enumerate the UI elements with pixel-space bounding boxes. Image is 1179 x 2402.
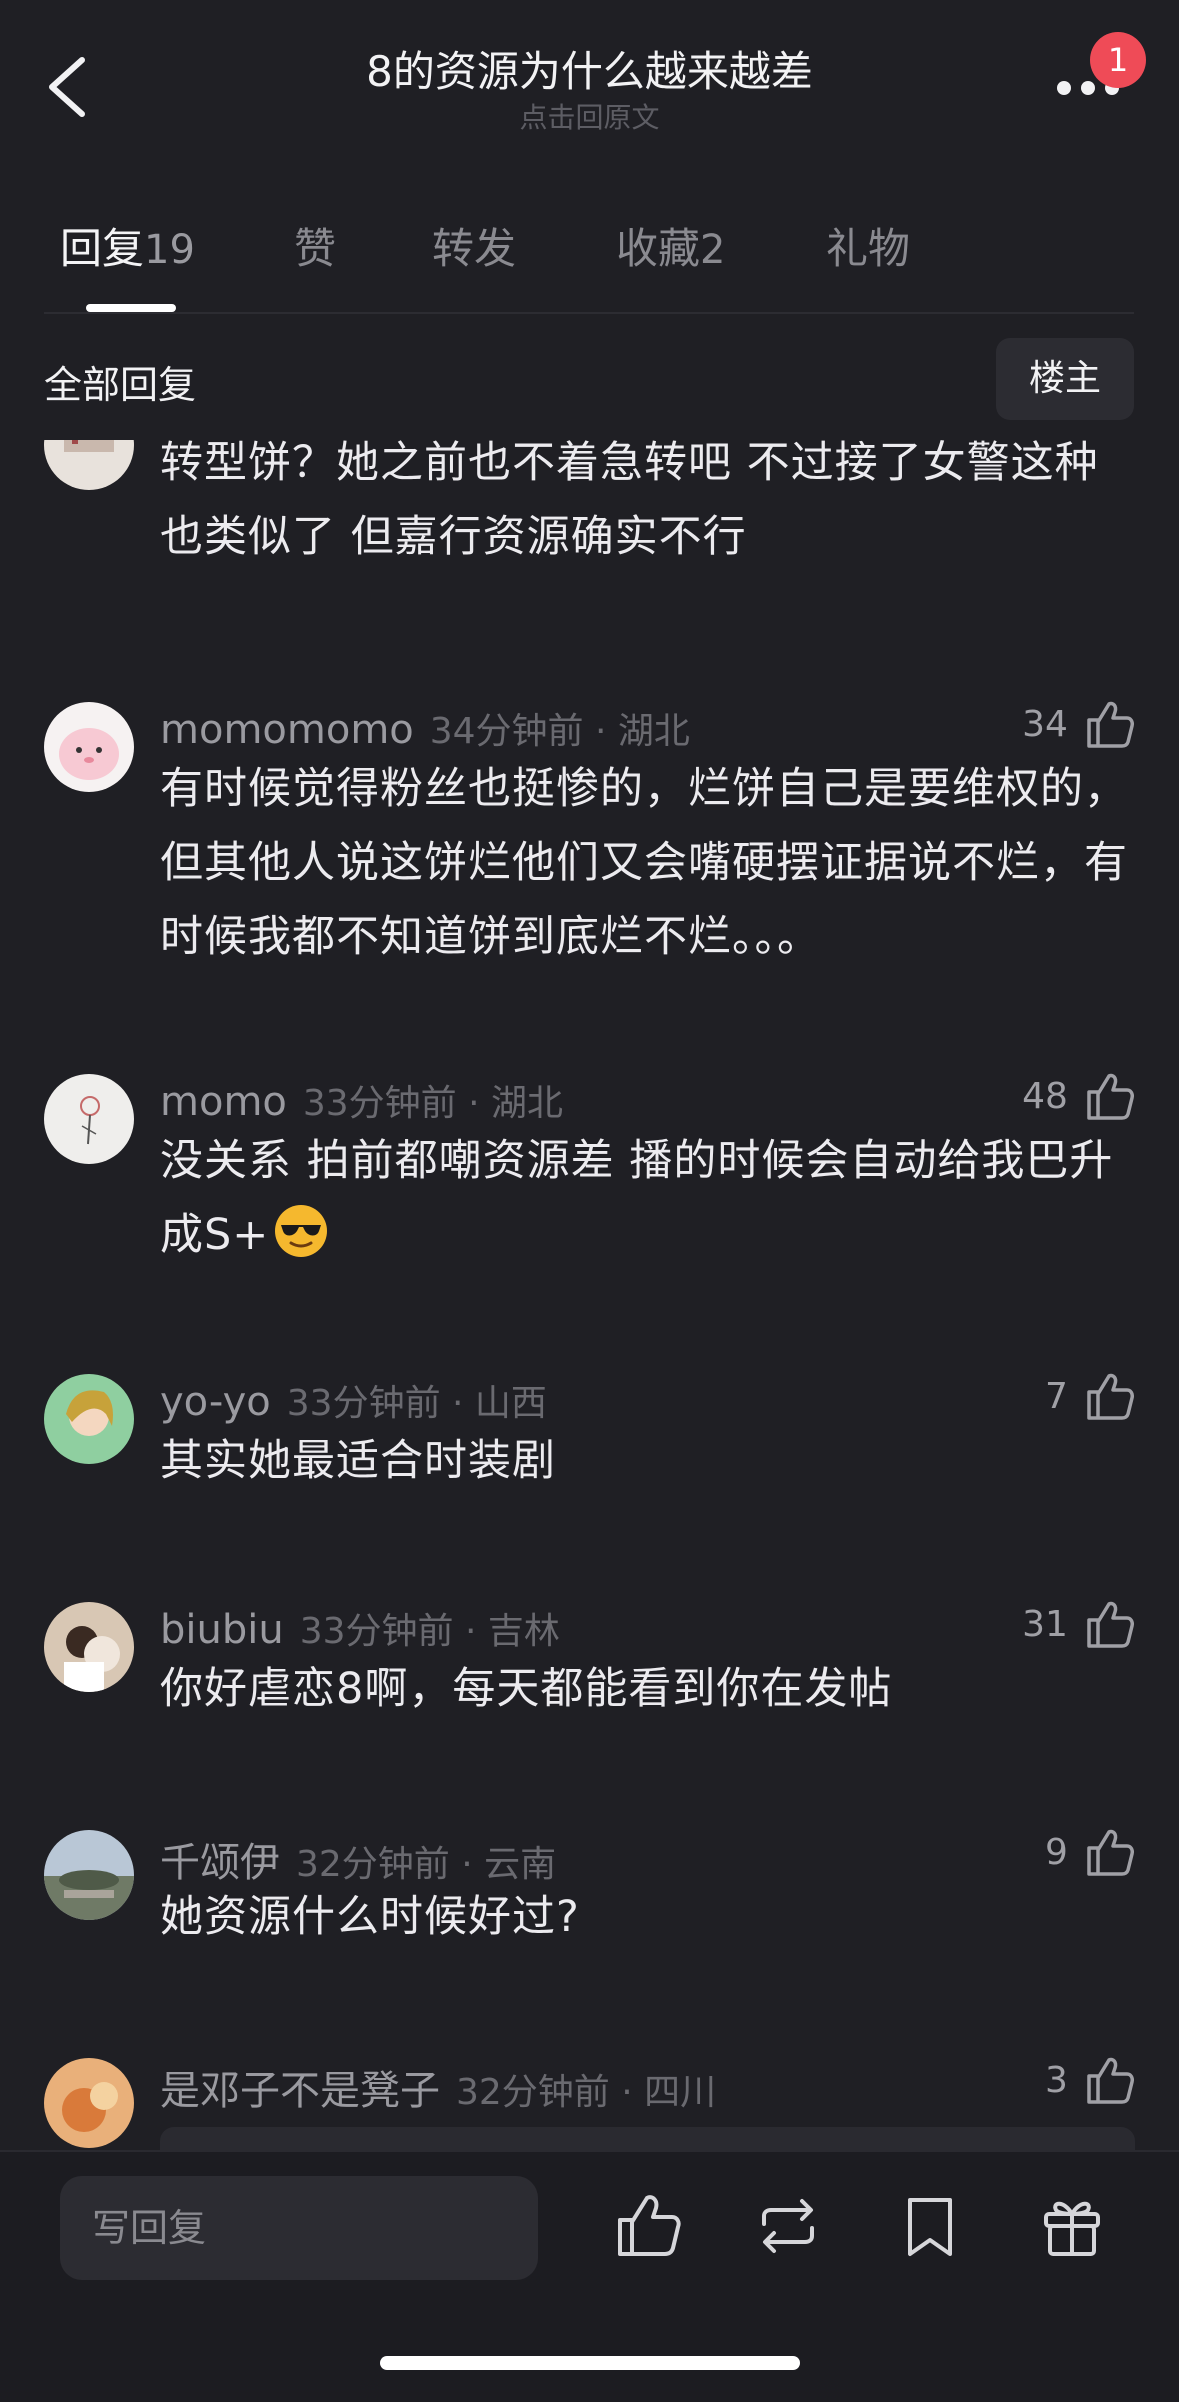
thumb-up-icon[interactable]: [1083, 2054, 1135, 2106]
post-title[interactable]: 8的资源为什么越来越差: [0, 38, 1179, 99]
timestamp-location: 32分钟前 · 云南: [296, 1844, 557, 1885]
top-nav: 8的资源为什么越来越差 点击回原文 1: [0, 0, 1179, 190]
timestamp-location: 34分钟前 · 湖北: [429, 711, 690, 752]
thumb-up-icon[interactable]: [1083, 1598, 1135, 1650]
tab-gifts[interactable]: 礼物: [826, 215, 910, 276]
like-control[interactable]: 34: [1022, 698, 1135, 754]
username[interactable]: biubiu: [160, 1607, 284, 1653]
tab-count: 19: [144, 227, 195, 273]
like-count: 9: [1045, 1831, 1068, 1873]
comment-meta: momomomo 34分钟前 · 湖北: [160, 702, 690, 754]
like-icon[interactable]: [612, 2190, 684, 2262]
like-control[interactable]: 3: [1045, 2054, 1135, 2110]
tab-label: 回复: [60, 224, 145, 273]
comment-meta: biubiu 33分钟前 · 吉林: [160, 1602, 560, 1654]
thumb-up-icon[interactable]: [1083, 1826, 1135, 1878]
reply-page: 8的资源为什么越来越差 点击回原文 1 回复19 赞 转发 收藏2 礼物 全部回…: [0, 0, 1179, 2402]
like-count: 31: [1022, 1603, 1068, 1645]
like-count: 34: [1022, 703, 1068, 745]
username[interactable]: yo-yo: [160, 1379, 271, 1425]
avatar[interactable]: [44, 1830, 134, 1920]
tab-likes[interactable]: 赞: [294, 215, 336, 276]
gift-icon[interactable]: [1036, 2190, 1108, 2262]
repost-icon[interactable]: [752, 2190, 824, 2262]
thumb-up-icon[interactable]: [1083, 1070, 1135, 1122]
comment-text: 你好虐恋8啊，每天都能看到你在发帖: [160, 1664, 893, 1714]
like-count: 48: [1022, 1075, 1068, 1117]
tab-favorites[interactable]: 收藏2: [616, 215, 725, 276]
tab-bar: 回复19 赞 转发 收藏2 礼物: [0, 215, 1179, 315]
tab-replies[interactable]: 回复19: [60, 215, 195, 276]
comment-text: 没关系 拍前都嘲资源差 播的时候会自动给我巴升成S+: [160, 1124, 1135, 1272]
tab-count: 2: [700, 227, 726, 273]
like-control[interactable]: 31: [1022, 1598, 1135, 1654]
timestamp-location: 33分钟前 · 山西: [286, 1383, 547, 1424]
username[interactable]: momomomo: [160, 707, 414, 753]
avatar[interactable]: [44, 2058, 134, 2148]
tab-label: 礼物: [826, 224, 911, 273]
comment-meta: yo-yo 33分钟前 · 山西: [160, 1374, 547, 1426]
back-to-original-link[interactable]: 点击回原文: [0, 96, 1179, 136]
notification-badge: 1: [1090, 32, 1146, 88]
tab-label: 赞: [294, 224, 337, 273]
timestamp-location: 33分钟前 · 湖北: [302, 1083, 564, 1124]
avatar[interactable]: [44, 702, 134, 792]
comment-text: 她资源什么时候好过?: [160, 1892, 580, 1942]
comment-text: 有时候觉得粉丝也挺惨的，烂饼自己是要维权的，但其他人说这饼烂他们又会嘴硬摆证据说…: [160, 764, 1128, 962]
username[interactable]: 是邓子不是凳子: [160, 2068, 440, 2114]
timestamp-location: 32分钟前 · 四川: [456, 2072, 717, 2113]
like-count: 3: [1045, 2059, 1068, 2101]
comment-text: 转型饼？她之前也不着急转吧 不过接了女警这种也类似了 但嘉行资源确实不行: [160, 440, 1099, 562]
comment-meta: momo 33分钟前 · 湖北: [160, 1074, 563, 1126]
comment-text: 其实她最适合时装剧: [160, 1436, 556, 1486]
like-control[interactable]: 48: [1022, 1070, 1135, 1126]
tab-divider: [44, 312, 1134, 314]
op-only-filter-button[interactable]: 楼主: [996, 338, 1134, 420]
avatar[interactable]: [44, 1374, 134, 1464]
comment-list[interactable]: 转型饼？她之前也不着急转吧 不过接了女警这种也类似了 但嘉行资源确实不行 mom…: [0, 440, 1179, 2150]
reply-input[interactable]: 写回复: [60, 2176, 538, 2280]
thumb-up-icon[interactable]: [1083, 698, 1135, 750]
like-control[interactable]: 9: [1045, 1826, 1135, 1882]
username[interactable]: momo: [160, 1079, 287, 1125]
avatar[interactable]: [44, 440, 134, 490]
tab-label: 收藏: [616, 224, 701, 273]
home-indicator[interactable]: [380, 2356, 800, 2370]
tab-label: 转发: [432, 224, 517, 273]
active-tab-indicator: [86, 304, 176, 312]
all-replies-heading: 全部回复: [44, 363, 197, 407]
avatar[interactable]: [44, 1602, 134, 1692]
tab-reposts[interactable]: 转发: [432, 215, 516, 276]
bookmark-icon[interactable]: [894, 2190, 966, 2262]
like-count: 7: [1045, 1375, 1068, 1417]
timestamp-location: 33分钟前 · 吉林: [299, 1611, 560, 1652]
thumb-up-icon[interactable]: [1083, 1370, 1135, 1422]
like-control[interactable]: 7: [1045, 1370, 1135, 1426]
avatar[interactable]: [44, 1074, 134, 1164]
sunglasses-emoji-icon: [275, 1205, 328, 1257]
comment-meta: 是邓子不是凳子 32分钟前 · 四川: [160, 2058, 716, 2116]
